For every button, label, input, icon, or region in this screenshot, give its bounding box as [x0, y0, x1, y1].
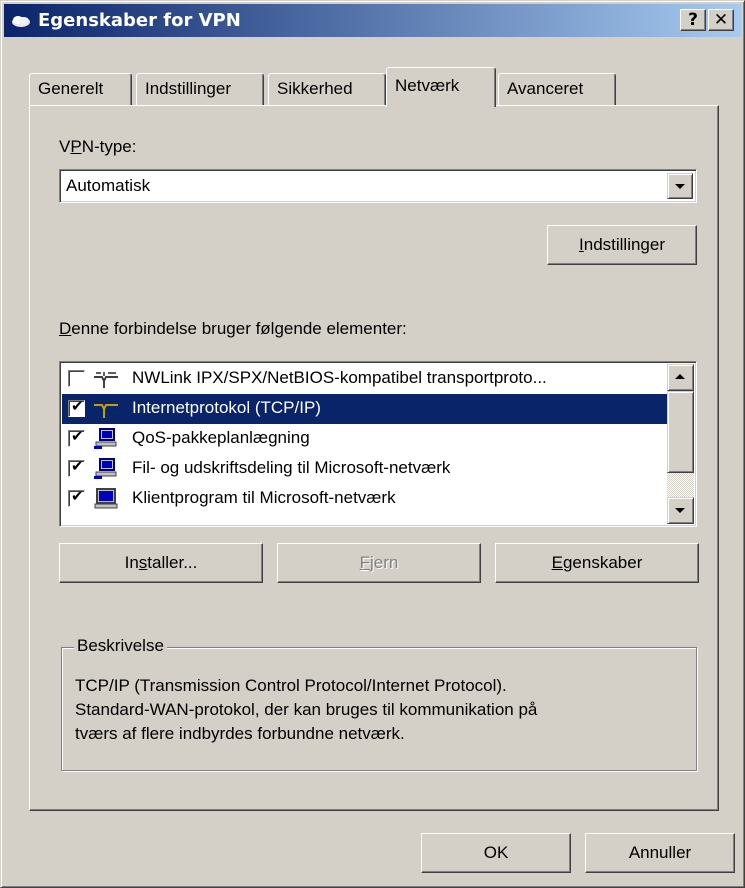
vpn-type-label: VPN-type:: [59, 137, 137, 156]
tab-sikkerhed[interactable]: Sikkerhed: [268, 73, 386, 105]
cancel-button[interactable]: Annuller: [585, 833, 735, 873]
tab-avanceret[interactable]: Avanceret: [498, 73, 616, 105]
service-icon: [94, 428, 117, 449]
ok-button[interactable]: OK: [421, 833, 571, 873]
dropdown-button[interactable]: [667, 173, 693, 199]
close-button[interactable]: ✕: [708, 9, 734, 31]
description-group: Beskrivelse TCP/IP (Transmission Control…: [61, 636, 697, 771]
remove-button[interactable]: Fjern: [277, 543, 481, 583]
list-item-label: Fil- og udskriftsdeling til Microsoft-ne…: [132, 458, 451, 477]
tab-netvaerk[interactable]: Netværk: [386, 67, 496, 107]
list-item-label: Internetprotokol (TCP/IP): [132, 398, 321, 417]
components-label: Denne forbindelse bruger følgende elemen…: [59, 319, 407, 338]
chevron-down-icon: [675, 508, 685, 513]
window-title: Egenskaber for VPN: [38, 10, 241, 31]
chevron-down-icon: [675, 184, 685, 189]
tab-indstillinger[interactable]: Indstillinger: [136, 73, 264, 105]
help-button[interactable]: ?: [680, 9, 706, 31]
checkbox[interactable]: ✔: [68, 397, 85, 417]
list-item-label: Klientprogram til Microsoft-netværk: [132, 488, 396, 507]
description-legend: Beskrivelse: [74, 636, 167, 656]
list-item-selected[interactable]: ✔ Internetprotokol (TCP/IP): [62, 394, 669, 424]
checkmark-icon: ✔: [71, 397, 84, 415]
scroll-down-button[interactable]: [667, 497, 694, 524]
protocol-icon: [94, 404, 118, 418]
checkbox[interactable]: ✔: [68, 487, 85, 507]
settings-button[interactable]: Indstillinger: [547, 225, 697, 265]
vpn-type-select[interactable]: Automatisk: [59, 169, 697, 203]
checkbox[interactable]: ✔: [68, 457, 85, 477]
network-connection-icon: [12, 16, 30, 27]
tab-generelt[interactable]: Generelt: [29, 73, 132, 105]
list-item[interactable]: ✔ QoS-pakkeplanlægning: [62, 424, 669, 454]
install-button[interactable]: Installer...: [59, 543, 263, 583]
properties-button[interactable]: Egenskaber: [495, 543, 699, 583]
vertical-scrollbar[interactable]: [667, 364, 694, 524]
list-item-label: QoS-pakkeplanlægning: [132, 428, 310, 447]
list-item-label: NWLink IPX/SPX/NetBIOS-kompatibel transp…: [132, 368, 547, 387]
list-item[interactable]: ✔ Klientprogram til Microsoft-netværk: [62, 484, 669, 514]
properties-window: Egenskaber for VPN ? ✕ Generelt Indstill…: [0, 0, 745, 888]
protocol-icon: [94, 372, 118, 388]
vpn-type-value: Automatisk: [66, 176, 151, 195]
service-icon: [94, 458, 117, 479]
list-item[interactable]: NWLink IPX/SPX/NetBIOS-kompatibel transp…: [62, 364, 669, 394]
scroll-up-button[interactable]: [667, 364, 694, 391]
list-item[interactable]: ✔ Fil- og udskriftsdeling til Microsoft-…: [62, 454, 669, 484]
description-text: TCP/IP (Transmission Control Protocol/In…: [75, 676, 538, 743]
chevron-up-icon: [675, 374, 685, 379]
checkbox[interactable]: ✔: [68, 427, 85, 447]
components-list[interactable]: NWLink IPX/SPX/NetBIOS-kompatibel transp…: [59, 361, 697, 527]
checkmark-icon: ✔: [71, 427, 84, 445]
title-bar[interactable]: Egenskaber for VPN ? ✕: [4, 4, 741, 37]
checkmark-icon: ✔: [71, 487, 84, 505]
checkmark-icon: ✔: [71, 457, 84, 475]
client-icon: [94, 488, 118, 509]
scroll-thumb[interactable]: [667, 391, 694, 473]
checkbox[interactable]: [68, 370, 85, 387]
